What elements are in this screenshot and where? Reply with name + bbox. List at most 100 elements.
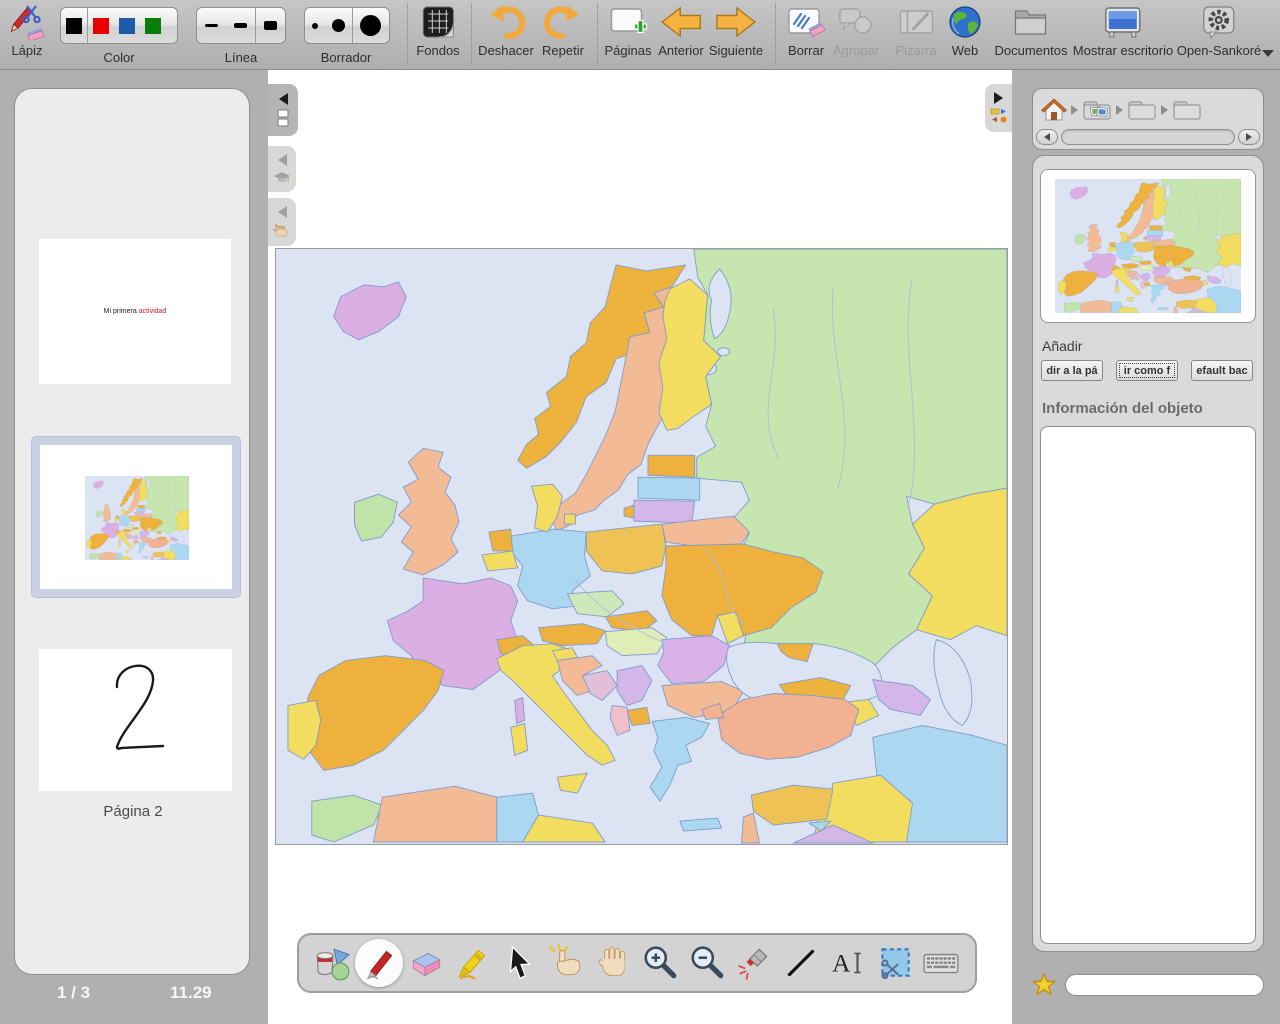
web-button[interactable]: Web [947, 0, 983, 70]
eraser-medium-button[interactable] [332, 19, 345, 32]
europe-map-image[interactable] [275, 248, 1008, 845]
selected-item-preview[interactable] [1040, 169, 1256, 323]
teacher-guide-tab[interactable] [268, 146, 296, 192]
scroll-left-button[interactable] [1036, 129, 1058, 145]
chevron-down-icon[interactable] [1262, 50, 1274, 57]
page-thumbnail-3[interactable] [39, 649, 232, 791]
left-arrow-icon [1044, 133, 1050, 141]
set-default-background-button[interactable]: efault bac [1191, 360, 1253, 381]
group-icon [836, 0, 876, 44]
next-page-button[interactable]: Siguiente [709, 0, 763, 70]
page-navigator-sidebar: Mi primera actividad [0, 70, 268, 1024]
eraser-large-button[interactable] [360, 15, 381, 36]
laser-pointer-tool-button[interactable] [731, 940, 777, 986]
monitor-icon [1101, 0, 1145, 44]
whiteboard-canvas[interactable]: A [268, 70, 1012, 1024]
clear-page-icon [786, 0, 826, 44]
selector-tool-button[interactable] [497, 940, 543, 986]
folder-icon [1011, 0, 1051, 44]
library-item-box: Añadir dir a la pá ir como f efault bac … [1032, 155, 1264, 952]
pen-tool-button[interactable] [356, 940, 402, 986]
backgrounds-button[interactable]: Fondos [416, 0, 459, 70]
highlighter-tool-button[interactable] [450, 940, 496, 986]
clear-page-button[interactable]: Borrar [786, 0, 826, 70]
undo-button[interactable]: Deshacer [478, 0, 534, 70]
repetir-label: Repetir [542, 44, 584, 63]
paginas-label: Páginas [605, 44, 652, 63]
page-thumbnail-1[interactable]: Mi primera actividad [39, 239, 231, 384]
line-medium-button[interactable] [234, 23, 247, 28]
virtual-keyboard-button[interactable] [918, 940, 964, 986]
anterior-label: Anterior [658, 44, 704, 63]
svg-text:A: A [832, 949, 851, 977]
highlighter-icon [454, 944, 492, 982]
page-thumbnail-2-selected[interactable] [31, 436, 241, 598]
add-as-background-button[interactable]: ir como f [1116, 360, 1178, 381]
color-swatch-blue[interactable] [119, 18, 135, 34]
color-group [60, 7, 178, 44]
pictures-folder-icon[interactable] [1082, 98, 1112, 122]
click-interact-tool-button[interactable] [544, 940, 590, 986]
collapse-page-navigator-tab[interactable] [268, 84, 298, 136]
board-mode-button: Pizarra [895, 0, 936, 70]
library-search-input[interactable] [1065, 974, 1264, 996]
zoom-in-icon [641, 944, 679, 982]
keyboard-icon [922, 944, 960, 982]
stylus-toolbar-button[interactable]: Lápiz [7, 0, 47, 70]
line-tool-button[interactable] [778, 940, 824, 986]
app-menu-button[interactable]: Open-Sankoré [1177, 0, 1262, 70]
collapse-library-tab[interactable] [985, 84, 1012, 132]
text-tool-button[interactable]: A [825, 940, 871, 986]
color-swatch-green[interactable] [145, 18, 161, 34]
zoom-in-tool-button[interactable] [637, 940, 683, 986]
pencil-eraser-icon [7, 0, 47, 44]
capture-tool-button[interactable] [872, 940, 918, 986]
globe-icon [947, 0, 983, 44]
handwritten-2-drawing [39, 649, 232, 791]
library-mini-icon [990, 108, 1008, 124]
breadcrumb-chevron-icon [1161, 105, 1168, 115]
breadcrumb-scrollbar [1036, 128, 1260, 146]
top-toolbar: Lápiz Color Línea Borrador Fondos [0, 0, 1280, 70]
pages-stack-icon [275, 109, 291, 127]
redo-icon [543, 0, 583, 44]
open-hand-icon [594, 944, 632, 982]
previous-page-button[interactable]: Anterior [658, 0, 704, 70]
collapse-left-icon [278, 206, 287, 218]
library-search-row [1032, 970, 1264, 1000]
line-thick-button[interactable] [264, 21, 277, 30]
breadcrumb [1041, 94, 1255, 126]
redo-button[interactable]: Repetir [542, 0, 584, 70]
scroll-right-button[interactable] [1238, 129, 1260, 145]
text-tool-icon: A [829, 944, 867, 982]
home-icon[interactable] [1041, 98, 1067, 122]
folder-icon[interactable] [1127, 98, 1157, 122]
add-to-page-button[interactable]: dir a la pá [1041, 360, 1103, 381]
interact-panel-tab[interactable] [268, 198, 296, 246]
eraser-small-button[interactable] [312, 23, 318, 29]
add-label: Añadir [1042, 338, 1082, 354]
color-swatch-black[interactable] [66, 18, 82, 34]
zoom-out-icon [688, 944, 726, 982]
favorites-star-icon[interactable] [1032, 973, 1056, 997]
right-arrow-icon [1246, 133, 1252, 141]
scrollbar-track[interactable] [1061, 129, 1235, 145]
graduation-cap-icon [272, 170, 292, 184]
next-arrow-icon [714, 0, 758, 44]
zoom-out-tool-button[interactable] [684, 940, 730, 986]
object-info-heading: Información del objeto [1042, 400, 1203, 417]
documents-button[interactable]: Documentos [995, 0, 1068, 70]
show-desktop-button[interactable]: Mostrar escritorio [1073, 0, 1173, 70]
scroll-hand-tool-button[interactable] [590, 940, 636, 986]
folder-icon[interactable] [1172, 98, 1202, 122]
drawing-palette-button[interactable] [309, 940, 355, 986]
object-info-box [1040, 426, 1256, 944]
collapse-left-icon [279, 93, 288, 105]
eraser-tool-button[interactable] [403, 940, 449, 986]
pointing-hand-icon [272, 222, 292, 238]
breadcrumb-chevron-icon [1116, 105, 1123, 115]
color-swatch-red[interactable] [93, 18, 109, 34]
line-thin-button[interactable] [205, 24, 218, 27]
pages-button[interactable]: Páginas [605, 0, 652, 70]
library-map-thumbnail [1055, 179, 1241, 313]
